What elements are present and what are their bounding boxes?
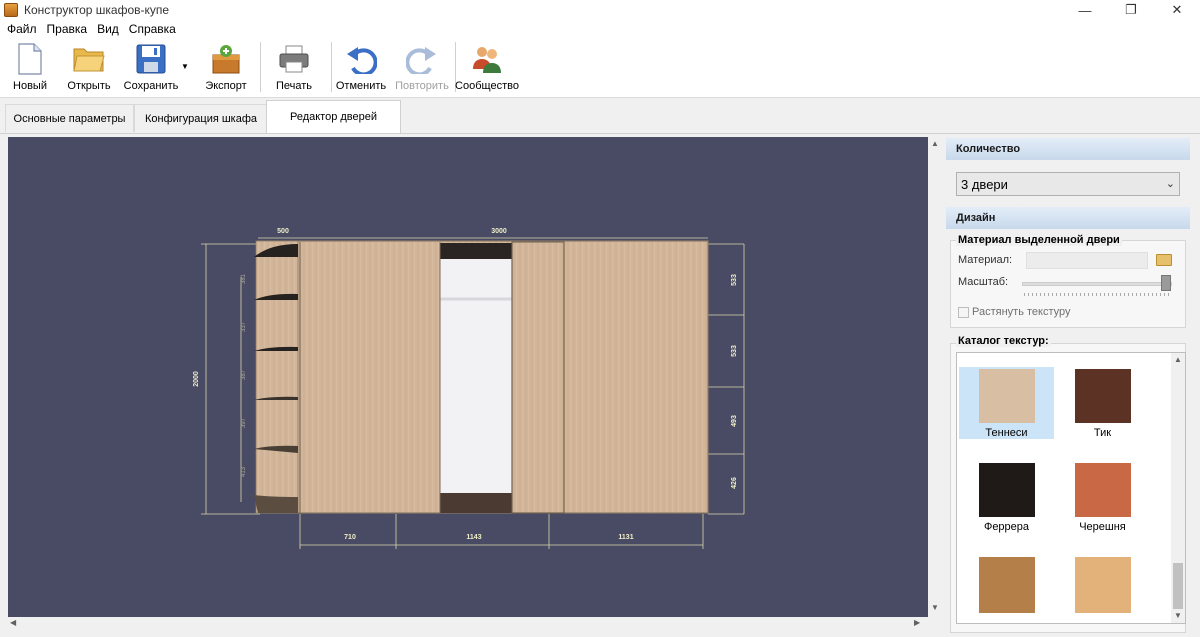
scroll-right-arrow-icon[interactable]: ▶ bbox=[914, 618, 920, 627]
catalog-scrollbar[interactable]: ▲ ▼ bbox=[1171, 353, 1185, 623]
scroll-up-arrow-icon[interactable]: ▲ bbox=[931, 139, 939, 148]
door-width-label: 1143 bbox=[466, 534, 481, 541]
texture-swatch bbox=[978, 369, 1035, 423]
canvas-vertical-scrollbar[interactable]: ▲ ▼ bbox=[928, 137, 940, 617]
tab-door-editor[interactable]: Редактор дверей bbox=[266, 100, 401, 133]
stretch-texture-checkbox[interactable] bbox=[958, 307, 969, 318]
selected-material-title: Материал выделенной двери bbox=[956, 234, 1122, 246]
catalog-scroll-thumb[interactable] bbox=[1173, 563, 1183, 609]
left-section-width-label: 500 bbox=[277, 228, 289, 235]
redo-button[interactable]: Повторить bbox=[395, 40, 449, 96]
texture-swatch bbox=[1074, 557, 1131, 613]
title-bar: Конструктор шкафов-купе — ❐ ✕ bbox=[0, 0, 1200, 20]
right-height-label: 533 bbox=[731, 274, 738, 286]
menu-edit[interactable]: Правка bbox=[42, 22, 93, 36]
total-width-label: 3000 bbox=[491, 228, 507, 235]
folder-browse-icon[interactable] bbox=[1156, 254, 1172, 266]
export-button[interactable]: Экспорт bbox=[204, 40, 248, 96]
new-document-icon bbox=[13, 42, 47, 76]
material-field[interactable] bbox=[1026, 252, 1148, 269]
door-count-value: 3 двери bbox=[961, 176, 1008, 192]
right-height-label: 426 bbox=[731, 477, 738, 489]
texture-item[interactable] bbox=[959, 555, 1054, 623]
community-button[interactable]: Сообщество bbox=[455, 40, 519, 96]
floppy-disk-icon bbox=[134, 42, 168, 76]
toolbar: Новый Открыть Сохранить ▼ Экспорт Печать… bbox=[0, 38, 1200, 98]
texture-name: Феррера bbox=[983, 521, 1030, 533]
scale-slider-thumb[interactable] bbox=[1161, 275, 1171, 291]
texture-swatch bbox=[1074, 369, 1131, 423]
window-controls: — ❐ ✕ bbox=[1062, 0, 1200, 20]
canvas-horizontal-scrollbar[interactable]: ◀ ▶ bbox=[8, 617, 928, 629]
texture-item-teak[interactable]: Тик bbox=[1055, 367, 1150, 439]
export-box-icon bbox=[209, 42, 243, 76]
wardrobe-drawing: 500 3000 2000 710 1143 1131 533 533 493 … bbox=[193, 228, 745, 549]
chevron-down-icon: ⌄ bbox=[1165, 178, 1175, 190]
design-section-header: Дизайн bbox=[946, 207, 1190, 229]
door-width-label: 710 bbox=[344, 534, 356, 541]
scale-slider[interactable] bbox=[1022, 282, 1172, 286]
texture-swatch bbox=[1074, 463, 1131, 517]
maximize-button[interactable]: ❐ bbox=[1108, 0, 1154, 20]
new-button[interactable]: Новый bbox=[10, 40, 50, 96]
menu-file[interactable]: Файл bbox=[2, 22, 42, 36]
texture-item-cherry[interactable]: Черешня bbox=[1055, 461, 1150, 533]
scale-slider-ticks bbox=[1024, 293, 1170, 296]
texture-swatch bbox=[978, 463, 1035, 517]
texture-name: Теннеси bbox=[985, 427, 1028, 439]
shelf-height-label: 397 bbox=[241, 417, 247, 428]
toolbar-separator bbox=[331, 42, 332, 92]
texture-item-tennessee[interactable]: Теннеси bbox=[959, 367, 1054, 439]
scale-label: Масштаб: bbox=[958, 276, 1009, 288]
save-dropdown-arrow-icon[interactable]: ▼ bbox=[181, 62, 189, 71]
material-label: Материал: bbox=[958, 254, 1013, 266]
door-width-label: 1131 bbox=[618, 534, 633, 541]
texture-name: Тик bbox=[1093, 427, 1112, 439]
right-height-label: 493 bbox=[731, 415, 738, 427]
tab-bar: Основные параметры Конфигурация шкафа Ре… bbox=[0, 98, 1200, 133]
printer-icon bbox=[277, 42, 311, 76]
shelf-height-label: 381 bbox=[241, 273, 247, 284]
right-height-label: 533 bbox=[731, 345, 738, 357]
menu-view[interactable]: Вид bbox=[92, 22, 124, 36]
texture-catalog-title: Каталог текстур: bbox=[956, 335, 1051, 347]
close-button[interactable]: ✕ bbox=[1154, 0, 1200, 20]
tab-wardrobe-configuration[interactable]: Конфигурация шкафа bbox=[134, 104, 268, 132]
community-people-icon bbox=[470, 42, 504, 76]
window-title: Конструктор шкафов-купе bbox=[24, 3, 170, 17]
stretch-texture-label: Растянуть текстуру bbox=[972, 306, 1071, 318]
texture-catalog-list[interactable]: Теннеси Тик Феррера Черешня ▲ ▼ bbox=[956, 352, 1186, 624]
total-height-label: 2000 bbox=[193, 371, 200, 387]
menu-help[interactable]: Справка bbox=[124, 22, 181, 36]
texture-name: Черешня bbox=[1079, 521, 1126, 533]
door-count-select[interactable]: 3 двери ⌄ bbox=[956, 172, 1180, 196]
toolbar-separator bbox=[260, 42, 261, 92]
door-editor-canvas[interactable]: 500 3000 2000 710 1143 1131 533 533 493 … bbox=[8, 137, 928, 617]
scroll-down-arrow-icon[interactable]: ▼ bbox=[1174, 611, 1182, 620]
menu-bar: Файл Правка Вид Справка bbox=[0, 20, 1200, 38]
quantity-section-header: Количество bbox=[946, 138, 1190, 160]
texture-swatch bbox=[978, 557, 1035, 613]
folder-open-icon bbox=[72, 42, 106, 76]
texture-item[interactable] bbox=[1055, 555, 1150, 623]
wardrobe-body bbox=[254, 240, 709, 514]
open-button[interactable]: Открыть bbox=[66, 40, 112, 96]
scroll-left-arrow-icon[interactable]: ◀ bbox=[10, 618, 16, 627]
minimize-button[interactable]: — bbox=[1062, 0, 1108, 20]
save-button[interactable]: Сохранить bbox=[124, 40, 178, 96]
tab-underline bbox=[0, 133, 1200, 134]
scroll-down-arrow-icon[interactable]: ▼ bbox=[931, 603, 939, 612]
shelf-height-label: 337 bbox=[241, 321, 247, 332]
undo-arrow-icon bbox=[344, 42, 378, 76]
tab-main-parameters[interactable]: Основные параметры bbox=[5, 104, 134, 132]
properties-panel: Количество 3 двери ⌄ Дизайн Материал выд… bbox=[946, 138, 1190, 633]
scroll-up-arrow-icon[interactable]: ▲ bbox=[1174, 355, 1182, 364]
undo-button[interactable]: Отменить bbox=[336, 40, 386, 96]
shelf-height-label: 413 bbox=[241, 466, 247, 477]
texture-item-ferrera[interactable]: Феррера bbox=[959, 461, 1054, 533]
print-button[interactable]: Печать bbox=[274, 40, 314, 96]
shelf-height-label: 387 bbox=[241, 369, 247, 380]
app-icon bbox=[4, 3, 18, 17]
redo-arrow-icon bbox=[405, 42, 439, 76]
